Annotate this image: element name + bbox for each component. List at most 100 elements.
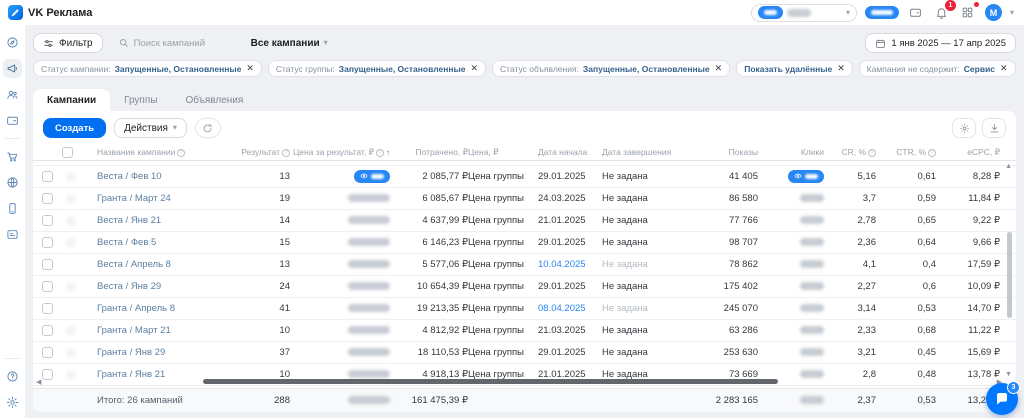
- sidebar-item-help[interactable]: [3, 367, 22, 386]
- column-header-8[interactable]: Клики: [758, 147, 824, 157]
- support-chat-button[interactable]: 3: [986, 383, 1018, 415]
- campaign-search[interactable]: [111, 33, 239, 53]
- info-icon[interactable]: ?: [928, 149, 936, 157]
- sidebar-item-audience[interactable]: [3, 85, 22, 104]
- profile-chevron-icon[interactable]: ▾: [1010, 9, 1014, 17]
- sidebar: [0, 25, 25, 418]
- campaign-name-link[interactable]: Веста / Фев 5: [97, 237, 234, 248]
- select-all-checkbox[interactable]: [62, 147, 73, 158]
- wallet-button[interactable]: [907, 4, 925, 22]
- scroll-down-icon[interactable]: ▼: [1005, 371, 1012, 378]
- row-checkbox[interactable]: [42, 237, 53, 248]
- info-icon[interactable]: ?: [282, 149, 290, 157]
- toggle-cell: [59, 281, 97, 292]
- horizontal-scroll-thumb[interactable]: [203, 379, 778, 384]
- row-checkbox[interactable]: [42, 281, 53, 292]
- row-checkbox[interactable]: [42, 259, 53, 270]
- balance-badge[interactable]: [865, 6, 899, 19]
- campaign-name-link[interactable]: Гранта / Март 24: [97, 193, 234, 204]
- filter-chip-4[interactable]: Кампания не содержит:Сервис✕: [859, 60, 1016, 77]
- chip-remove-icon[interactable]: ✕: [715, 63, 723, 74]
- campaign-scope-dropdown[interactable]: Все кампании ▾: [251, 38, 328, 49]
- impressions-cell: 41 405: [684, 171, 758, 182]
- vertical-scroll-thumb[interactable]: [1007, 232, 1012, 318]
- info-icon[interactable]: ?: [177, 149, 185, 157]
- notifications-button[interactable]: 1: [933, 4, 951, 22]
- column-header-5[interactable]: Дата начала: [538, 147, 602, 157]
- date-range-button[interactable]: 1 янв 2025 — 17 апр 2025: [865, 33, 1016, 53]
- refresh-button[interactable]: [195, 118, 221, 138]
- sidebar-item-sites[interactable]: [3, 173, 22, 192]
- row-checkbox[interactable]: [42, 171, 53, 182]
- chip-remove-icon[interactable]: ✕: [837, 63, 845, 74]
- column-header-0[interactable]: Название кампании?: [97, 147, 234, 157]
- chip-remove-icon[interactable]: ✕: [1000, 63, 1008, 74]
- sidebar-item-mobile-apps[interactable]: [3, 199, 22, 218]
- totals-row: Итого: 26 кампаний 288 161 475,39 ₽ 2 28…: [33, 388, 1016, 412]
- row-checkbox[interactable]: [42, 215, 53, 226]
- table-settings-button[interactable]: [952, 118, 976, 138]
- price-type-cell: Цена группы: [468, 215, 538, 226]
- column-header-1[interactable]: Результат?: [234, 147, 290, 157]
- actions-dropdown[interactable]: Действия ▾: [114, 118, 187, 138]
- campaign-name-link[interactable]: Веста / Апрель 8: [97, 259, 234, 270]
- redacted-value: [800, 216, 824, 224]
- ecpc-cell: 17,59 ₽: [936, 259, 1000, 270]
- column-header-11[interactable]: eCPC, ₽: [936, 147, 1000, 158]
- column-header-9[interactable]: CR, %?: [824, 147, 876, 157]
- sidebar-item-leadforms[interactable]: [3, 225, 22, 244]
- tab-группы[interactable]: Группы: [110, 89, 171, 111]
- download-button[interactable]: [982, 118, 1006, 138]
- tab-кампании[interactable]: Кампании: [33, 89, 110, 111]
- tab-объявления[interactable]: Объявления: [171, 89, 257, 111]
- result-cell: 15: [234, 237, 290, 248]
- table-row: Гранта / Апрель 84119 213,35 ₽Цена групп…: [33, 298, 1016, 320]
- dashboard-icon: [6, 36, 19, 49]
- campaign-name-link[interactable]: Веста / Янв 21: [97, 215, 234, 226]
- column-header-10[interactable]: CTR, %?: [876, 147, 936, 157]
- info-icon[interactable]: ?: [868, 149, 876, 157]
- table-row: Веста / Фев 10132 085,77 ₽Цена группы29.…: [33, 166, 1016, 188]
- column-header-4[interactable]: Цена, ₽: [468, 147, 538, 158]
- campaign-name-link[interactable]: Гранта / Апрель 8: [97, 303, 234, 314]
- row-checkbox[interactable]: [42, 325, 53, 336]
- filter-chip-3[interactable]: Показать удалённые✕: [736, 60, 853, 77]
- filter-chip-2[interactable]: Статус объявления:Запущенные, Остановлен…: [492, 60, 730, 77]
- avatar[interactable]: M: [985, 4, 1002, 21]
- account-selector[interactable]: ▾: [751, 4, 857, 22]
- campaign-name-link[interactable]: Гранта / Март 21: [97, 325, 234, 336]
- sidebar-item-dashboard[interactable]: [3, 33, 22, 52]
- cost-per-result-cell: [290, 170, 390, 184]
- filter-chip-1[interactable]: Статус группы:Запущенные, Остановленные✕: [268, 60, 486, 77]
- campaign-name-link[interactable]: Веста / Янв 29: [97, 281, 234, 292]
- search-input[interactable]: [134, 38, 231, 49]
- scroll-left-icon[interactable]: ◀: [36, 378, 41, 386]
- create-button[interactable]: Создать: [43, 118, 106, 138]
- filter-button-label: Фильтр: [59, 38, 93, 49]
- column-header-6[interactable]: Дата завершения: [602, 147, 684, 157]
- campaign-name-link[interactable]: Веста / Фев 10: [97, 171, 234, 182]
- sidebar-item-campaigns[interactable]: [3, 59, 22, 78]
- sidebar-item-settings[interactable]: [3, 393, 22, 412]
- chip-remove-icon[interactable]: ✕: [246, 63, 254, 74]
- table-row: Гранта / Март 24196 085,67 ₽Цена группы2…: [33, 188, 1016, 210]
- date-start-cell: 29.01.2025: [538, 237, 602, 248]
- column-header-3[interactable]: Потрачено, ₽: [390, 147, 468, 158]
- info-icon[interactable]: ?: [376, 149, 384, 157]
- sidebar-item-budget[interactable]: [3, 111, 22, 130]
- filter-button[interactable]: Фильтр: [33, 33, 103, 53]
- row-checkbox[interactable]: [42, 347, 53, 358]
- checkbox-cell: [33, 325, 59, 336]
- apps-grid-button[interactable]: [959, 4, 977, 22]
- column-header-7[interactable]: Показы: [684, 147, 758, 157]
- brand[interactable]: VK Реклама: [8, 5, 92, 20]
- column-header-2[interactable]: Цена за результат, ₽?↑: [290, 147, 390, 158]
- chip-remove-icon[interactable]: ✕: [471, 63, 479, 74]
- notification-count-badge: 1: [945, 0, 956, 11]
- scroll-up-icon[interactable]: ▲: [1005, 163, 1012, 170]
- sidebar-item-ecommerce[interactable]: [3, 147, 22, 166]
- filter-chip-0[interactable]: Статус кампании:Запущенные, Остановленны…: [33, 60, 262, 77]
- row-checkbox[interactable]: [42, 303, 53, 314]
- row-checkbox[interactable]: [42, 193, 53, 204]
- campaign-name-link[interactable]: Гранта / Янв 29: [97, 347, 234, 358]
